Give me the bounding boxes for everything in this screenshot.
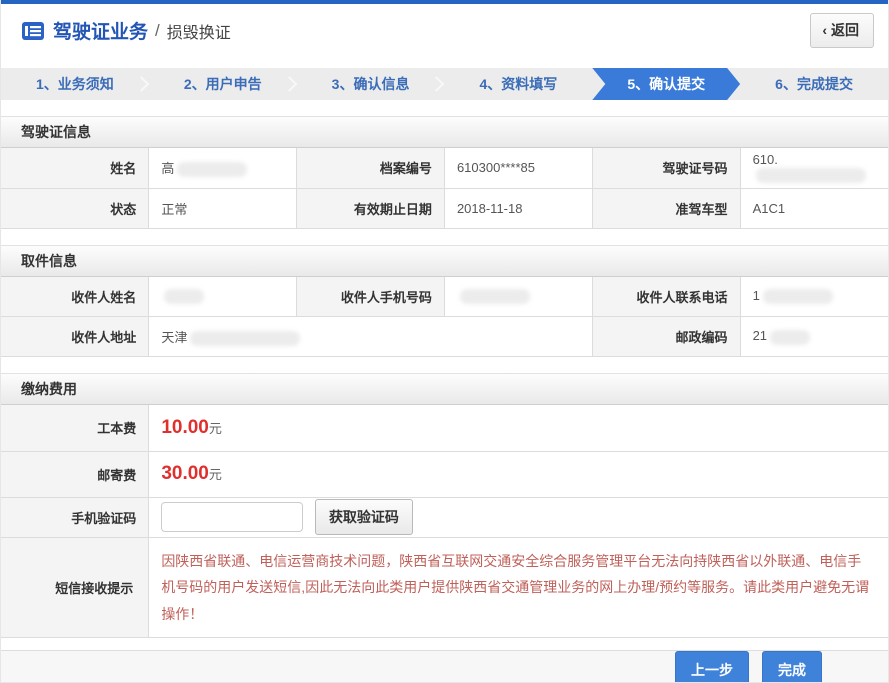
zip-code-value: 21 [740,317,888,357]
sms-code-label: 手机验证码 [1,497,149,537]
sms-notice-cell: 因陕西省联通、电信运营商技术问题，陕西省互联网交通安全综合服务管理平台无法向持陕… [149,537,888,638]
post-fee-label: 邮寄费 [1,451,149,497]
currency-unit: 元 [209,467,222,482]
table-row: 手机验证码 获取验证码 [1,497,888,537]
previous-step-button[interactable]: 上一步 [675,651,749,683]
recipient-mobile-label: 收件人手机号码 [297,277,445,317]
recipient-name-label: 收件人姓名 [1,277,149,317]
back-button-label: 返回 [831,20,859,40]
step-label: 5、确认提交 [627,74,705,94]
finish-button-label: 完成 [778,662,806,678]
file-number-label: 档案编号 [297,148,445,188]
step-label: 4、资料填写 [480,74,558,94]
license-number-value: 610. [740,148,888,188]
table-row: 姓名 高 档案编号 610300****85 驾驶证号码 610. [1,148,888,188]
get-code-button-label: 获取验证码 [329,509,399,525]
vehicle-class-label: 准驾车型 [592,188,740,228]
recipient-address-value: 天津 [149,317,592,357]
step-label: 2、用户申告 [184,74,262,94]
finish-button[interactable]: 完成 [762,651,822,683]
work-fee-label: 工本费 [1,405,149,451]
table-row: 工本费 10.00元 [1,405,888,451]
license-business-icon [21,21,45,41]
recipient-address-label: 收件人地址 [1,317,149,357]
name-value: 高 [149,148,297,188]
step-label: 3、确认信息 [332,74,410,94]
chevron-right-icon [134,76,150,92]
redacted-blur [763,289,833,304]
table-row: 短信接收提示 因陕西省联通、电信运营商技术问题，陕西省互联网交通安全综合服务管理… [1,537,888,638]
fees-section: 缴纳费用 工本费 10.00元 邮寄费 30.00元 手机验证码 获取验证码 [1,373,888,638]
redacted-blur [460,289,530,304]
page-title: 驾驶证业务 [53,17,148,44]
previous-step-label: 上一步 [691,662,733,678]
step-5-confirm-submit-active[interactable]: 5、确认提交 [592,68,740,100]
footer-action-bar: 上一步 完成 [1,650,888,683]
status-label: 状态 [1,188,149,228]
section-title: 取件信息 [1,245,888,277]
table-row: 邮寄费 30.00元 [1,451,888,497]
recipient-phone-label: 收件人联系电话 [592,277,740,317]
section-title: 驾驶证信息 [1,116,888,148]
breadcrumb-current: 损毁换证 [167,19,231,43]
chevron-right-icon [281,76,297,92]
status-value: 正常 [149,188,297,228]
work-fee-amount: 10.00 [161,417,209,438]
back-button[interactable]: ‹ 返回 [810,13,874,48]
license-number-label: 驾驶证号码 [592,148,740,188]
license-info-table: 姓名 高 档案编号 610300****85 驾驶证号码 610. 状态 正常 … [1,148,888,229]
table-row: 收件人姓名 收件人手机号码 收件人联系电话 1 [1,277,888,317]
sms-notice-text: 因陕西省联通、电信运营商技术问题，陕西省互联网交通安全综合服务管理平台无法向持陕… [161,548,873,628]
sms-code-cell: 获取验证码 [149,497,888,537]
sms-notice-label: 短信接收提示 [1,537,149,638]
get-code-button[interactable]: 获取验证码 [315,499,413,535]
header: 驾驶证业务 / 损毁换证 ‹ 返回 [1,4,888,57]
step-3-confirm-info[interactable]: 3、确认信息 [297,68,445,100]
chevron-right-icon [429,76,445,92]
file-number-value: 610300****85 [444,148,592,188]
sms-code-input[interactable] [161,502,303,532]
step-4-fill-data[interactable]: 4、资料填写 [444,68,592,100]
chevron-left-icon: ‹ [822,22,827,38]
redacted-blur [770,330,810,345]
redacted-blur [756,168,866,183]
expiry-value: 2018-11-18 [444,188,592,228]
pickup-info-table: 收件人姓名 收件人手机号码 收件人联系电话 1 收件人地址 天津 邮政编码 21 [1,277,888,358]
expiry-label: 有效期止日期 [297,188,445,228]
step-label: 1、业务须知 [36,74,114,94]
recipient-name-value [149,277,297,317]
step-label: 6、完成提交 [775,74,853,94]
breadcrumb-separator: / [155,21,160,41]
page: 驾驶证业务 / 损毁换证 ‹ 返回 1、业务须知 2、用户申告 3、确认信息 4… [0,0,889,683]
pickup-info-section: 取件信息 收件人姓名 收件人手机号码 收件人联系电话 1 收件人地址 天津 邮政… [1,245,888,358]
table-row: 状态 正常 有效期止日期 2018-11-18 准驾车型 A1C1 [1,188,888,228]
recipient-phone-value: 1 [740,277,888,317]
currency-unit: 元 [209,421,222,436]
fees-table: 工本费 10.00元 邮寄费 30.00元 手机验证码 获取验证码 短信接收提 [1,405,888,638]
section-title: 缴纳费用 [1,373,888,405]
step-2-user-declaration[interactable]: 2、用户申告 [149,68,297,100]
license-info-section: 驾驶证信息 姓名 高 档案编号 610300****85 驾驶证号码 610. … [1,116,888,229]
recipient-mobile-value [444,277,592,317]
redacted-blur [164,289,204,304]
redacted-blur [177,162,247,177]
work-fee-value: 10.00元 [149,405,888,451]
steps-bar: 1、业务须知 2、用户申告 3、确认信息 4、资料填写 5、确认提交 6、完成提… [1,68,888,100]
name-label: 姓名 [1,148,149,188]
post-fee-amount: 30.00 [161,463,209,484]
zip-code-label: 邮政编码 [592,317,740,357]
vehicle-class-value: A1C1 [740,188,888,228]
table-row: 收件人地址 天津 邮政编码 21 [1,317,888,357]
post-fee-value: 30.00元 [149,451,888,497]
step-1-business-notice[interactable]: 1、业务须知 [1,68,149,100]
redacted-blur [190,331,300,346]
step-6-complete-submit[interactable]: 6、完成提交 [740,68,888,100]
